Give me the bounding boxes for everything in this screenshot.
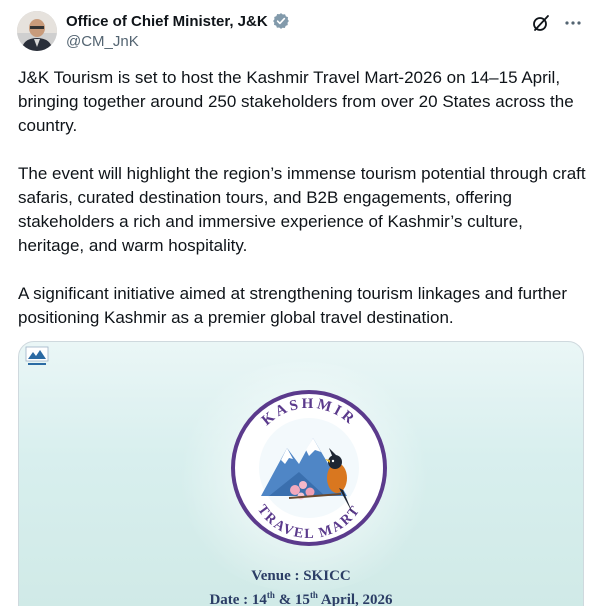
author-display-name[interactable]: Office of Chief Minister, J&K bbox=[66, 13, 268, 30]
post-paragraph: J&K Tourism is set to host the Kashmir T… bbox=[18, 68, 574, 135]
date-text: Date : 14th & 15th April, 2026 bbox=[19, 590, 583, 606]
date-suffix-2: th bbox=[309, 590, 318, 600]
jk-tourism-logo-icon bbox=[25, 346, 49, 368]
kashmir-travel-mart-logo: KASHMIR TRAVEL MART bbox=[231, 390, 387, 546]
date-suffix-1: th bbox=[266, 590, 275, 600]
grok-icon[interactable] bbox=[530, 12, 552, 34]
verified-badge-icon bbox=[272, 12, 290, 30]
author-name-row: Office of Chief Minister, J&K bbox=[66, 12, 290, 30]
author-handle[interactable]: @CM_JnK bbox=[66, 33, 139, 50]
post-text: J&K Tourism is set to host the Kashmir T… bbox=[18, 66, 588, 354]
post-actions bbox=[530, 12, 584, 34]
post-paragraph: A significant initiative aimed at streng… bbox=[18, 284, 568, 327]
more-icon[interactable] bbox=[562, 12, 584, 34]
date-prefix: Date : 14 bbox=[209, 592, 267, 606]
venue-text: Venue : SKICC bbox=[251, 568, 351, 584]
date-mid: & 15 bbox=[274, 592, 310, 606]
post: Office of Chief Minister, J&K @CM_JnK J&… bbox=[0, 0, 602, 606]
post-paragraph: The event will highlight the region’s im… bbox=[18, 164, 586, 255]
avatar[interactable] bbox=[17, 11, 57, 51]
post-media-image[interactable]: KASHMIR TRAVEL MART Venue : SKICC Date:… bbox=[18, 341, 584, 606]
date-end: April, 2026 bbox=[317, 592, 393, 606]
